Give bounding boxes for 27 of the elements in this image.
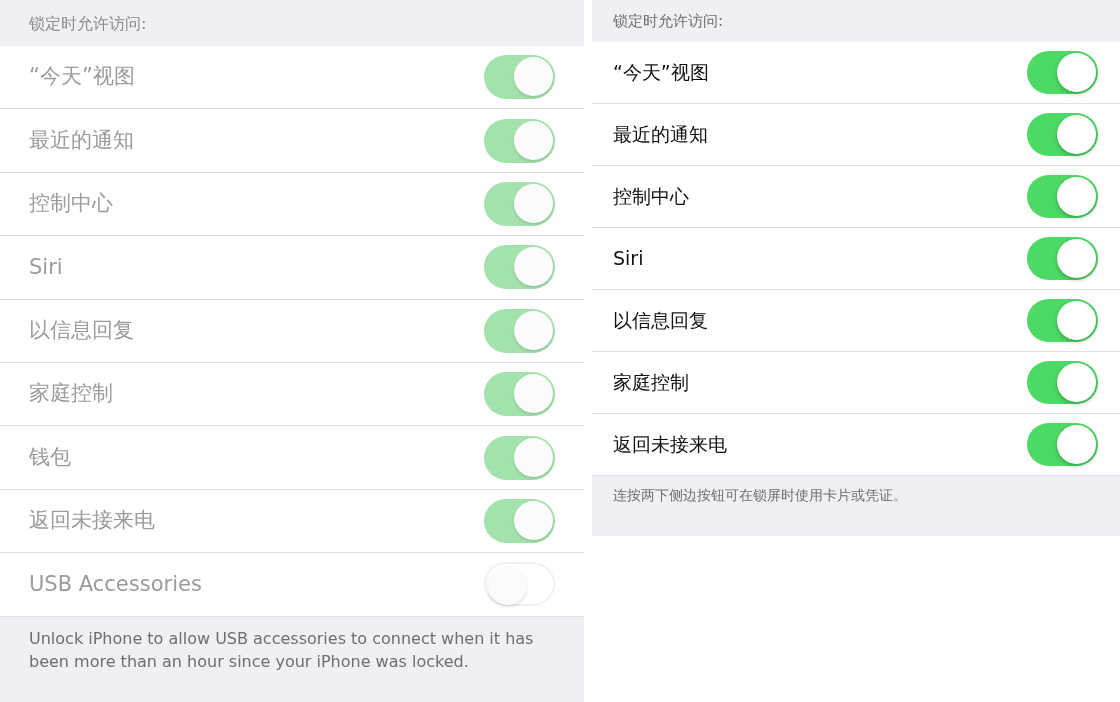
footer-note: Unlock iPhone to allow USB accessories to connect when it has been more than an hour since your iPhone was locked.: [29, 627, 535, 673]
toggle-switch[interactable]: [1027, 299, 1098, 342]
row-label: 控制中心: [613, 184, 689, 210]
row-label: “今天”视图: [613, 60, 709, 86]
toggle-switch[interactable]: [1027, 175, 1098, 218]
row-label: 以信息回复: [613, 308, 708, 334]
toggle-switch[interactable]: [1027, 51, 1098, 94]
section-header: 锁定时允许访问:: [0, 0, 584, 46]
row-label: 家庭控制: [613, 370, 689, 396]
section-header: 锁定时允许访问:: [592, 0, 1120, 42]
row-label: 返回未接来电: [29, 507, 155, 535]
toggle-switch[interactable]: [1027, 423, 1098, 466]
row-label: “今天”视图: [29, 63, 135, 91]
row-label: 最近的通知: [613, 122, 708, 148]
toggle-switch[interactable]: [1027, 361, 1098, 404]
row-label: 控制中心: [29, 190, 113, 218]
row-label: 钱包: [29, 443, 71, 471]
row-label: 家庭控制: [29, 380, 113, 408]
row-label: 返回未接来电: [613, 432, 727, 458]
toggle-switch[interactable]: [1027, 237, 1098, 280]
footer-note: 连按两下侧边按钮可在锁屏时使用卡片或凭证。: [613, 486, 908, 505]
row-label: Siri: [613, 246, 644, 272]
row-label: 以信息回复: [29, 317, 134, 344]
toggle-switch[interactable]: [1027, 113, 1098, 156]
row-label: USB Accessories: [29, 570, 202, 598]
row-label: Siri: [29, 253, 63, 281]
row-label: 最近的通知: [29, 126, 134, 154]
